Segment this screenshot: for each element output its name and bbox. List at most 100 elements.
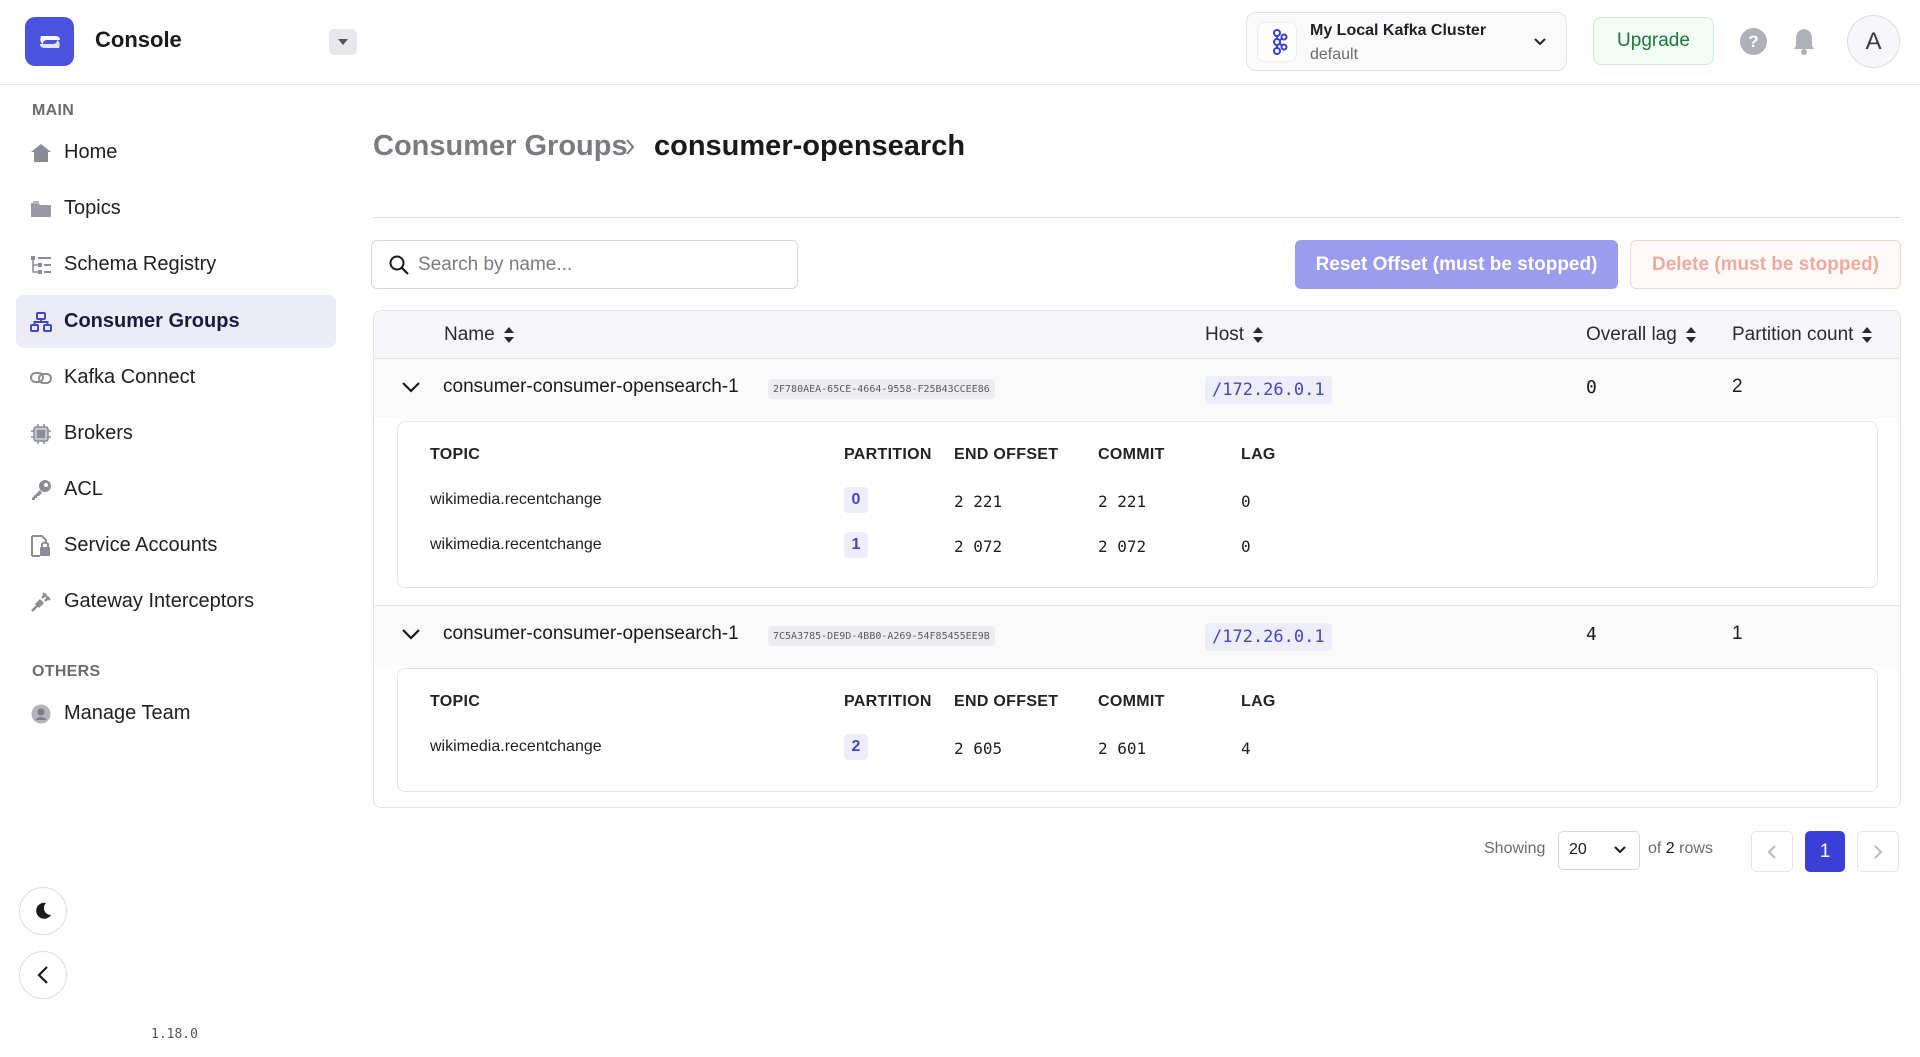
column-header-label: Overall lag xyxy=(1586,324,1677,345)
cluster-selector[interactable]: My Local Kafka Cluster default xyxy=(1246,12,1567,71)
sidebar-item-label: Home xyxy=(64,141,118,163)
previous-page-button[interactable] xyxy=(1751,831,1793,872)
collapse-sidebar-button[interactable] xyxy=(19,951,67,999)
partition-details-card: TOPIC PARTITION END OFFSET COMMIT LAG wi… xyxy=(397,421,1878,588)
column-header-partition-count[interactable]: Partition count xyxy=(1732,324,1873,346)
home-icon xyxy=(30,143,52,163)
pagination-rows-label: rows xyxy=(1679,840,1713,857)
delete-button[interactable]: Delete (must be stopped) xyxy=(1630,240,1901,289)
page-title: consumer-opensearch xyxy=(654,130,966,162)
folder-icon xyxy=(30,199,52,219)
column-header-host[interactable]: Host xyxy=(1205,324,1264,346)
user-avatar[interactable]: A xyxy=(1847,15,1900,68)
search-input[interactable] xyxy=(418,241,788,288)
consumer-groups-table: Name Host Overall lag Partition count co… xyxy=(373,310,1901,808)
host-badge: /172.26.0.1 xyxy=(1205,376,1332,404)
breadcrumb-parent[interactable]: Consumer Groups xyxy=(373,130,628,163)
topic-name: wikimedia.recentchange xyxy=(430,491,602,508)
sidebar-item-consumer-groups[interactable]: Consumer Groups xyxy=(16,295,336,348)
caret-down-icon xyxy=(338,39,348,45)
end-offset-value: 2 072 xyxy=(954,537,1003,556)
sidebar-item-topics[interactable]: Topics xyxy=(16,182,336,235)
host-badge: /172.26.0.1 xyxy=(1205,623,1332,651)
sub-header-commit: COMMIT xyxy=(1098,446,1165,463)
sub-header-topic: TOPIC xyxy=(430,446,481,463)
app-version: 1.18.0 xyxy=(151,1027,198,1042)
pagination-total-rows: 2 xyxy=(1665,840,1675,857)
sidebar-item-label: Topics xyxy=(64,197,121,219)
commit-value: 2 601 xyxy=(1098,739,1147,758)
overall-lag-value: 0 xyxy=(1586,377,1597,398)
link-icon xyxy=(30,368,52,388)
partition-badge: 1 xyxy=(844,532,868,558)
page-size-value: 20 xyxy=(1569,841,1587,858)
sub-header-end-offset: END OFFSET xyxy=(954,693,1059,710)
chevron-down-icon[interactable] xyxy=(401,627,421,641)
schema-icon xyxy=(30,255,52,275)
group-id-badge: 2F780AEA-65CE-4664-9558-F25B43CCEE86 xyxy=(768,379,995,399)
sidebar: MAIN Home Topics Schema Registry Consume… xyxy=(0,85,346,1057)
topic-name: wikimedia.recentchange xyxy=(430,738,602,755)
cluster-env: default xyxy=(1310,46,1359,63)
sidebar-item-label: Service Accounts xyxy=(64,534,218,556)
chevron-left-icon xyxy=(37,966,48,984)
bell-icon[interactable] xyxy=(1792,27,1816,55)
table-row[interactable]: consumer-consumer-opensearch-1 7C5A3785-… xyxy=(374,606,1900,666)
group-id-badge: 7C5A3785-DE9D-4BB0-A269-54F85455EE9B xyxy=(768,626,995,646)
search-icon xyxy=(389,255,409,275)
sub-header-partition: PARTITION xyxy=(844,693,932,710)
lag-value: 0 xyxy=(1241,492,1251,511)
sidebar-item-brokers[interactable]: Brokers xyxy=(16,407,336,460)
sub-header-partition: PARTITION xyxy=(844,446,932,463)
divider xyxy=(373,217,1901,218)
next-page-button[interactable] xyxy=(1857,831,1899,872)
sidebar-item-gateway-interceptors[interactable]: Gateway Interceptors xyxy=(16,575,336,628)
sub-header-lag: LAG xyxy=(1241,446,1276,463)
app-title: Console xyxy=(95,27,182,52)
page-button-current[interactable]: 1 xyxy=(1805,831,1845,872)
column-header-label: Partition count xyxy=(1732,324,1854,345)
sidebar-item-service-accounts[interactable]: Service Accounts xyxy=(16,519,336,572)
sub-header-end-offset: END OFFSET xyxy=(954,446,1059,463)
table-row[interactable]: consumer-consumer-opensearch-1 2F780AEA-… xyxy=(374,359,1900,419)
overall-lag-value: 4 xyxy=(1586,624,1597,645)
key-icon xyxy=(30,480,52,500)
commit-value: 2 072 xyxy=(1098,537,1147,556)
dark-mode-toggle[interactable] xyxy=(19,887,67,935)
sidebar-item-label: ACL xyxy=(64,478,103,500)
reset-offset-button[interactable]: Reset Offset (must be stopped) xyxy=(1295,240,1618,289)
topic-name: wikimedia.recentchange xyxy=(430,536,602,553)
partition-details-card: TOPIC PARTITION END OFFSET COMMIT LAG wi… xyxy=(397,668,1878,792)
end-offset-value: 2 221 xyxy=(954,492,1003,511)
group-name: consumer-consumer-opensearch-1 xyxy=(443,623,739,644)
partition-badge: 2 xyxy=(844,734,868,760)
sidebar-item-acl[interactable]: ACL xyxy=(16,463,336,516)
sidebar-item-label: Consumer Groups xyxy=(64,310,240,332)
pagination-showing-label: Showing xyxy=(1484,840,1546,857)
console-logo[interactable] xyxy=(25,17,74,66)
chevron-down-icon[interactable] xyxy=(401,380,421,394)
search-box xyxy=(371,240,798,289)
page-size-select[interactable]: 20 xyxy=(1558,831,1640,870)
sort-icon xyxy=(1252,326,1264,344)
sidebar-item-home[interactable]: Home xyxy=(16,126,336,179)
lock-file-icon xyxy=(30,535,52,557)
end-offset-value: 2 605 xyxy=(954,739,1003,758)
sub-header-commit: COMMIT xyxy=(1098,693,1165,710)
sub-header-topic: TOPIC xyxy=(430,693,481,710)
column-header-label: Host xyxy=(1205,324,1245,345)
sidebar-item-kafka-connect[interactable]: Kafka Connect xyxy=(16,351,336,404)
section-label-others: OTHERS xyxy=(32,663,101,680)
sidebar-item-manage-team[interactable]: Manage Team xyxy=(16,687,336,740)
sidebar-item-schema-registry[interactable]: Schema Registry xyxy=(16,238,336,291)
column-header-name[interactable]: Name xyxy=(444,324,515,346)
commit-value: 2 221 xyxy=(1098,492,1147,511)
help-icon[interactable]: ? xyxy=(1740,28,1767,55)
column-header-overall-lag[interactable]: Overall lag xyxy=(1586,324,1697,346)
group-name: consumer-consumer-opensearch-1 xyxy=(443,376,739,397)
section-label-main: MAIN xyxy=(32,102,75,119)
lag-value: 0 xyxy=(1241,537,1251,556)
moon-icon xyxy=(36,902,51,919)
app-switcher-dropdown[interactable] xyxy=(329,29,357,55)
upgrade-button[interactable]: Upgrade xyxy=(1593,17,1714,65)
